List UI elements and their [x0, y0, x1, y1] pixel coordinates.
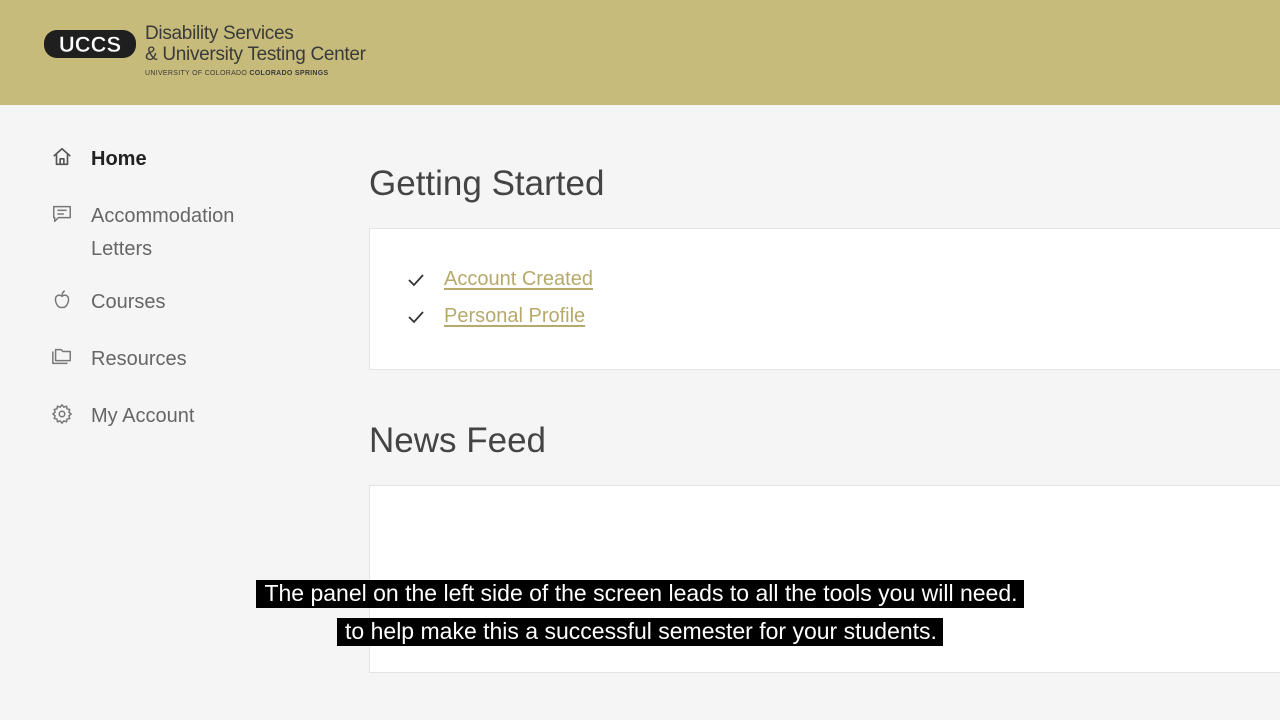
app-header: UCCS Disability Services & University Te… [0, 0, 1280, 105]
sidebar-item-label: Courses [91, 291, 166, 313]
logo-subtitle: UNIVERSITY OF COLORADO COLORADO SPRINGS [145, 70, 329, 77]
sidebar-item-label: Accommodation Letters [91, 205, 235, 260]
caption-text-1: The panel on the left side of the screen… [256, 580, 1024, 608]
logo-title-line2: & University Testing Center [145, 44, 366, 65]
personal-profile-link[interactable]: Personal Profile [444, 305, 585, 328]
getting-started-title: Getting Started [369, 164, 605, 203]
uccs-logo[interactable]: UCCS [44, 30, 136, 58]
checklist-item: Account Created [406, 268, 593, 291]
check-icon [408, 273, 424, 286]
logo-subtitle-normal: UNIVERSITY OF COLORADO [145, 70, 248, 77]
letter-icon [50, 202, 74, 226]
account-created-link[interactable]: Account Created [444, 268, 593, 291]
news-feed-title: News Feed [369, 421, 547, 460]
logo-subtitle-bold: COLORADO SPRINGS [249, 70, 329, 77]
sidebar-item-courses[interactable]: Courses [50, 286, 271, 319]
getting-started-card: Account Created Personal Profile [369, 228, 1280, 370]
sidebar-item-accommodation-letters[interactable]: Accommodation Letters [50, 200, 271, 266]
checklist-item: Personal Profile [406, 305, 585, 328]
sidebar-item-resources[interactable]: Resources [50, 343, 271, 376]
sidebar-item-label: Resources [91, 348, 187, 370]
caption-line-2: to help make this a successful semester … [0, 613, 1280, 649]
logo-title-line1: Disability Services [145, 23, 294, 44]
folder-icon [50, 345, 74, 369]
check-icon [408, 310, 424, 323]
sidebar-item-label: Home [91, 148, 147, 170]
sidebar-item-label: My Account [91, 405, 195, 427]
home-icon [50, 145, 74, 169]
apple-icon [50, 288, 74, 312]
gear-icon [50, 402, 74, 426]
sidebar-item-home[interactable]: Home [50, 143, 271, 176]
svg-text:UCCS: UCCS [59, 32, 121, 57]
caption-line-1: The panel on the left side of the screen… [0, 575, 1280, 611]
caption-text-2: to help make this a successful semester … [337, 618, 943, 646]
sidebar-item-my-account[interactable]: My Account [50, 400, 271, 433]
